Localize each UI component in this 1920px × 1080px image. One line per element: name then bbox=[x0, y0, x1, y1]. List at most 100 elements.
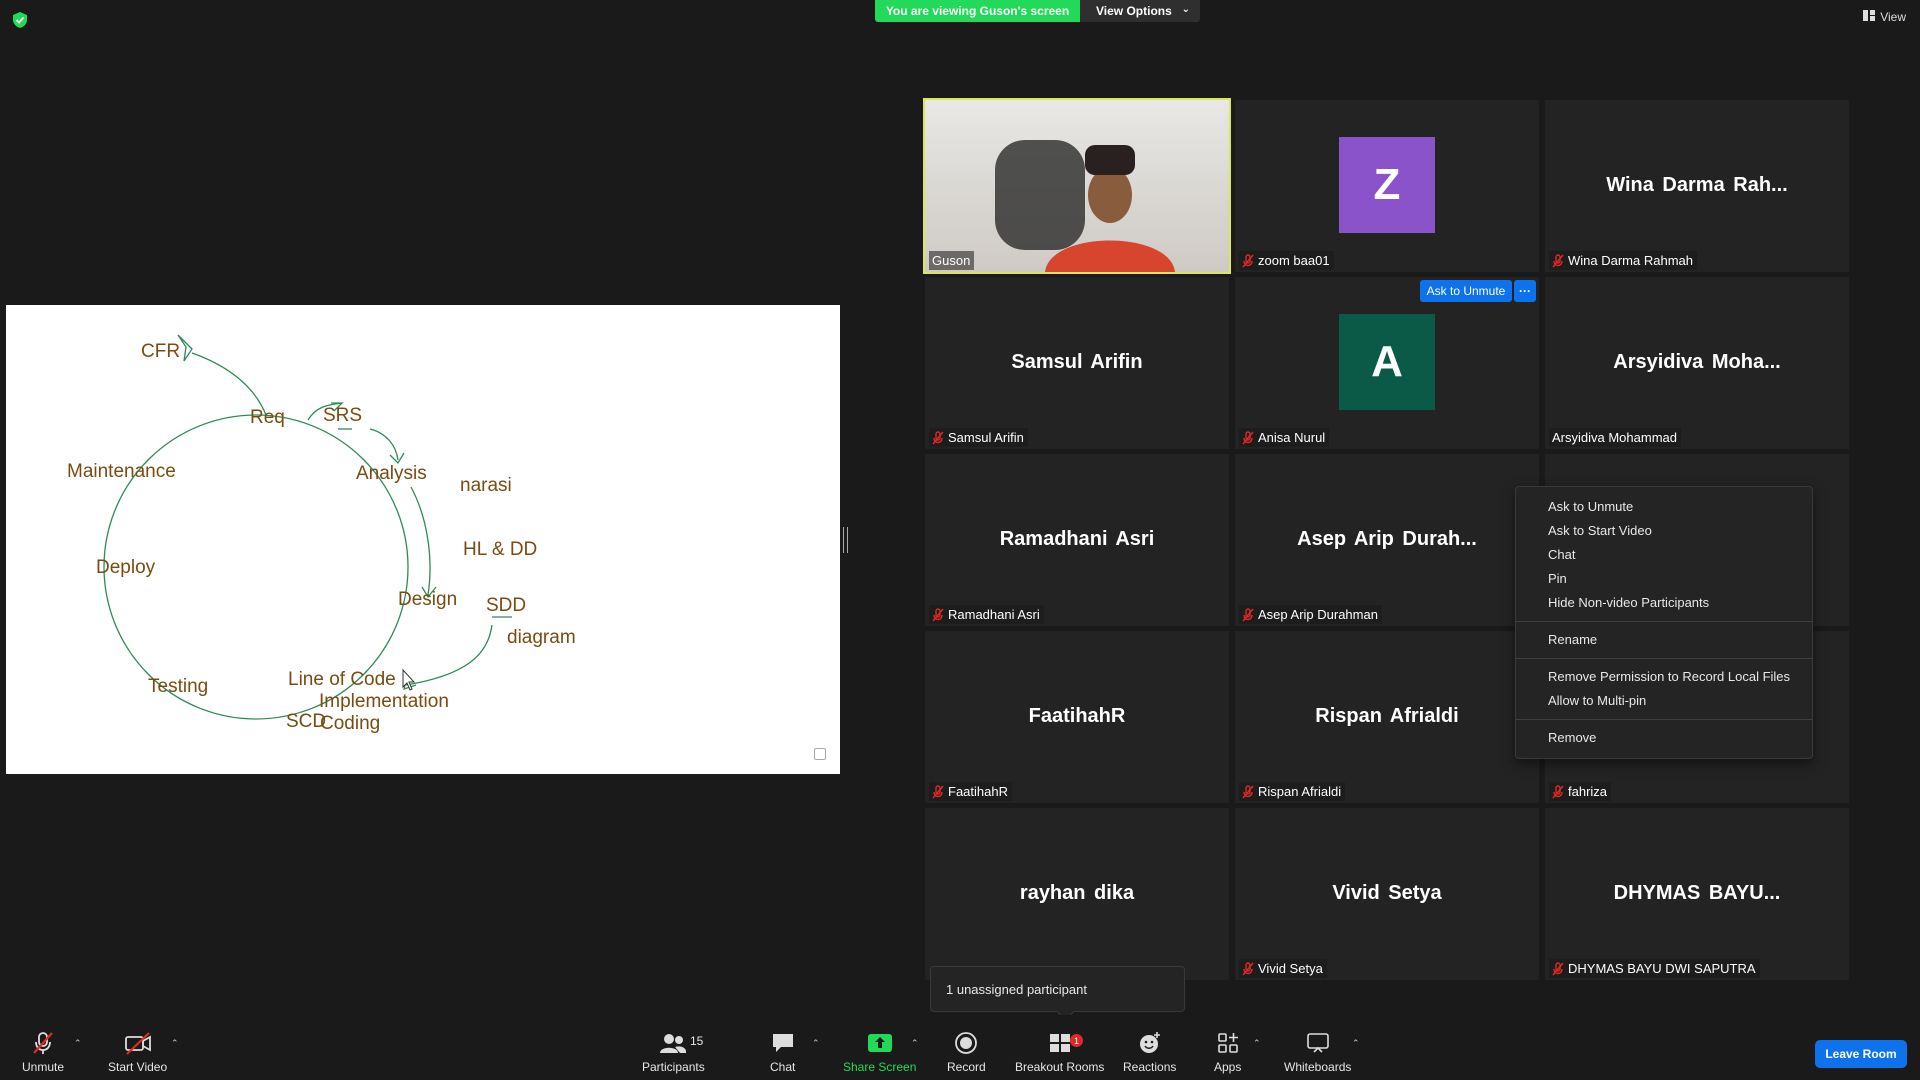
participant-display-name: Rispan Afrialdi bbox=[1315, 705, 1459, 727]
participant-tile[interactable]: A Anisa Nurul bbox=[1235, 277, 1539, 449]
participant-tile[interactable]: DHYMAS BAYU... DHYMAS BAYU DWI SAPUTRA bbox=[1545, 808, 1849, 980]
share-options-caret-icon[interactable]: ⌃ bbox=[911, 1038, 919, 1049]
muted-microphone-icon bbox=[1552, 253, 1564, 268]
apps-button[interactable]: Apps bbox=[1214, 1030, 1241, 1074]
apps-label: Apps bbox=[1214, 1060, 1242, 1074]
chat-options-caret-icon[interactable]: ⌃ bbox=[812, 1038, 820, 1049]
start-video-button[interactable]: Start Video bbox=[108, 1030, 167, 1074]
whiteboards-options-caret-icon[interactable]: ⌃ bbox=[1352, 1038, 1360, 1049]
menu-hide-non-video[interactable]: Hide Non-video Participants bbox=[1516, 591, 1812, 615]
expand-icon[interactable] bbox=[814, 748, 826, 760]
leave-room-button[interactable]: Leave Room bbox=[1815, 1040, 1907, 1068]
breakout-rooms-button[interactable]: Breakout Rooms bbox=[1015, 1030, 1104, 1074]
audio-options-caret-icon[interactable]: ⌃ bbox=[74, 1038, 82, 1049]
cfr-arrowhead bbox=[177, 334, 193, 362]
apps-options-caret-icon[interactable]: ⌃ bbox=[1253, 1038, 1261, 1049]
participant-name: Wina Darma Rahmah bbox=[1568, 253, 1693, 268]
tile-more-button[interactable]: ··· bbox=[1514, 280, 1536, 302]
participant-tile[interactable]: Samsul Arifin Samsul Arifin bbox=[925, 277, 1229, 449]
participant-name: Arsyidiva Mohammad bbox=[1552, 430, 1677, 445]
participant-tile[interactable]: Ramadhani Asri Ramadhani Asri bbox=[925, 454, 1229, 626]
srs-to-analysis-arrow bbox=[369, 428, 399, 461]
menu-remove[interactable]: Remove bbox=[1516, 726, 1812, 750]
reactions-button[interactable]: Reactions bbox=[1123, 1030, 1176, 1074]
wb-deploy: Deploy bbox=[96, 557, 156, 578]
unmute-button[interactable]: Unmute bbox=[22, 1030, 64, 1074]
participant-display-name: rayhan dika bbox=[1019, 882, 1135, 904]
view-label: View bbox=[1880, 10, 1906, 24]
menu-rename[interactable]: Rename bbox=[1516, 628, 1812, 652]
menu-divider bbox=[1516, 719, 1812, 720]
sdd-to-loc-arrow bbox=[405, 624, 493, 686]
view-options-dropdown[interactable]: View Options ⌄ bbox=[1080, 0, 1200, 22]
participant-display-name: Ramadhani Asri bbox=[999, 528, 1155, 550]
share-screen-button[interactable]: Share Screen bbox=[843, 1030, 916, 1074]
participant-name-label: Anisa Nurul bbox=[1239, 428, 1330, 447]
smiley-plus-icon bbox=[1138, 1030, 1162, 1056]
menu-ask-to-start-video[interactable]: Ask to Start Video bbox=[1516, 519, 1812, 543]
muted-microphone-icon bbox=[932, 430, 944, 445]
whiteboard-icon bbox=[1306, 1030, 1330, 1056]
record-button[interactable]: Record bbox=[947, 1030, 986, 1074]
participant-name-label: DHYMAS BAYU DWI SAPUTRA bbox=[1549, 959, 1760, 978]
reactions-label: Reactions bbox=[1123, 1060, 1177, 1074]
participant-name-label: Rispan Afrialdi bbox=[1239, 782, 1346, 801]
menu-pin[interactable]: Pin bbox=[1516, 567, 1812, 591]
video-off-icon bbox=[124, 1030, 152, 1056]
wb-maintenance: Maintenance bbox=[67, 461, 176, 482]
chat-button[interactable]: Chat bbox=[770, 1030, 795, 1074]
participant-avatar: Z bbox=[1339, 137, 1435, 233]
menu-allow-multi-pin[interactable]: Allow to Multi-pin bbox=[1516, 689, 1812, 713]
participant-tile[interactable]: rayhan dika bbox=[925, 808, 1229, 980]
participant-tile[interactable]: Zzoom baa01 bbox=[1235, 100, 1539, 272]
participant-context-menu: Ask to Unmute Ask to Start Video Chat Pi… bbox=[1515, 486, 1813, 759]
breakout-tooltip: 1 unassigned participant bbox=[930, 966, 1185, 1021]
microphone-muted-icon bbox=[30, 1030, 56, 1056]
participant-name-label: Asep Arip Durahman bbox=[1239, 605, 1382, 624]
security-shield-icon[interactable] bbox=[11, 11, 29, 29]
participant-tile[interactable]: Guson bbox=[923, 98, 1231, 274]
share-screen-label: Share Screen bbox=[843, 1060, 917, 1074]
wb-design: Design bbox=[398, 589, 458, 610]
participant-name: fahriza bbox=[1568, 784, 1608, 799]
muted-microphone-icon bbox=[1242, 784, 1254, 799]
participant-name: Guson bbox=[932, 253, 971, 268]
participant-display-name: FaatihahR bbox=[1028, 705, 1126, 727]
muted-microphone-icon bbox=[932, 607, 944, 622]
participant-tile[interactable]: FaatihahR FaatihahR bbox=[925, 631, 1229, 803]
ask-to-unmute-button[interactable]: Ask to Unmute bbox=[1420, 280, 1512, 302]
view-button[interactable]: View bbox=[1863, 10, 1906, 24]
participant-tile[interactable]: Wina Darma Rah... Wina Darma Rahmah bbox=[1545, 100, 1849, 272]
wb-hl-dd: HL & DD bbox=[463, 539, 538, 560]
record-label: Record bbox=[947, 1060, 986, 1074]
grid-view-icon bbox=[1863, 10, 1876, 24]
participant-video bbox=[925, 100, 1229, 272]
chat-label: Chat bbox=[770, 1060, 796, 1074]
whiteboards-label: Whiteboards bbox=[1284, 1060, 1352, 1074]
whiteboards-button[interactable]: Whiteboards bbox=[1284, 1030, 1351, 1074]
start-video-label: Start Video bbox=[108, 1060, 168, 1074]
wb-implementation: Implementation bbox=[319, 691, 449, 712]
participants-icon bbox=[659, 1030, 687, 1056]
participant-display-name: Vivid Setya bbox=[1332, 882, 1442, 904]
participant-tile[interactable]: Vivid Setya Vivid Setya bbox=[1235, 808, 1539, 980]
shared-screen-whiteboard[interactable]: CFR Req SRS Analysis narasi Maintenance … bbox=[6, 305, 840, 774]
participant-avatar: A bbox=[1339, 314, 1435, 410]
menu-chat[interactable]: Chat bbox=[1516, 543, 1812, 567]
analysis-to-design-arrow bbox=[410, 486, 431, 596]
participant-tile[interactable]: Arsyidiva Moha... Arsyidiva Mohammad bbox=[1545, 277, 1849, 449]
menu-remove-record-permission[interactable]: Remove Permission to Record Local Files bbox=[1516, 665, 1812, 689]
video-options-caret-icon[interactable]: ⌃ bbox=[171, 1038, 179, 1049]
wb-line-of-code: Line of Code bbox=[288, 669, 396, 690]
split-resize-handle[interactable] bbox=[843, 527, 848, 553]
participant-tile[interactable]: Asep Arip Durah... Asep Arip Durahman bbox=[1235, 454, 1539, 626]
wb-diagram: diagram bbox=[507, 627, 576, 648]
participant-name-label: Arsyidiva Mohammad bbox=[1549, 428, 1681, 447]
menu-ask-to-unmute[interactable]: Ask to Unmute bbox=[1516, 495, 1812, 519]
wb-sdd: SDD bbox=[486, 595, 527, 616]
participant-name-label: zoom baa01 bbox=[1239, 251, 1334, 270]
participant-name-label: Vivid Setya bbox=[1239, 959, 1327, 978]
participant-name: Samsul Arifin bbox=[948, 430, 1024, 445]
breakout-rooms-label: Breakout Rooms bbox=[1015, 1060, 1105, 1074]
participant-tile[interactable]: Rispan Afrialdi Rispan Afrialdi bbox=[1235, 631, 1539, 803]
